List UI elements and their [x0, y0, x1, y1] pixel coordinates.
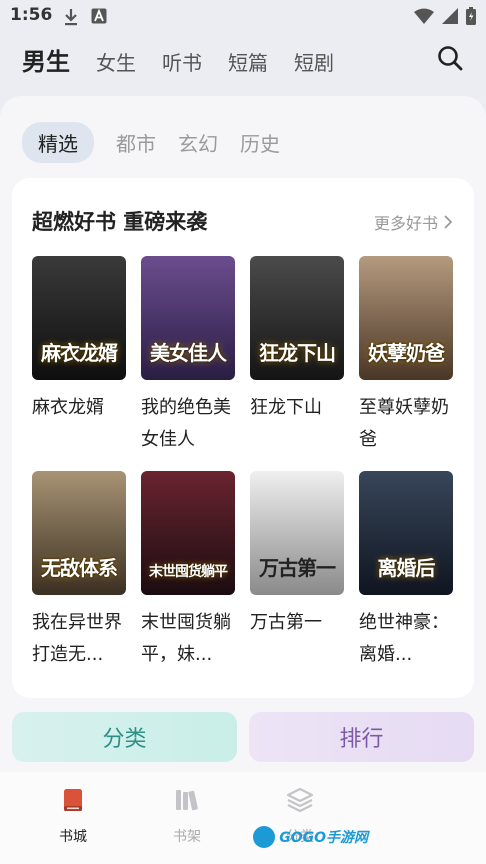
book-item[interactable]: 妖孽奶爸 至尊妖孽奶爸 — [359, 256, 453, 456]
tab-female[interactable]: 女生 — [96, 47, 136, 76]
book-cover[interactable]: 末世囤货躺平 — [141, 471, 235, 595]
cover-title: 离婚后 — [377, 556, 436, 580]
top-category-tabs: 男生 女生 听书 短篇 短剧 — [22, 42, 360, 77]
signal-icon — [442, 8, 458, 24]
book-cover[interactable]: 狂龙下山 — [250, 256, 344, 380]
book-cover[interactable]: 美女佳人 — [141, 256, 235, 380]
book-item[interactable]: 末世囤货躺平 末世囤货躺平，妹... — [141, 471, 235, 671]
book-title[interactable]: 狂龙下山 — [250, 392, 346, 424]
category-button-label: 分类 — [102, 727, 147, 752]
cover-title: 美女佳人 — [150, 341, 227, 365]
book-item[interactable]: 离婚后 绝世神豪：离婚... — [359, 471, 453, 671]
cover-title: 狂龙下山 — [259, 341, 336, 365]
subtab-urban[interactable]: 都市 — [116, 122, 156, 163]
nav-bookstore[interactable]: 书城 — [33, 786, 113, 846]
book-title[interactable]: 麻衣龙婿 — [32, 392, 128, 424]
bottom-nav: 书城 书架 分类 — [0, 772, 486, 864]
card-title: 超燃好书 重磅来袭 — [32, 210, 208, 234]
download-icon — [65, 9, 77, 26]
tab-audiobook[interactable]: 听书 — [162, 47, 202, 76]
cover-title: 万古第一 — [259, 556, 336, 580]
book-cover[interactable]: 万古第一 — [250, 471, 344, 595]
recommendation-card: 超燃好书 重磅来袭 更多好书 麻衣龙婿 麻衣龙婿 美女佳人 我的绝色美女佳人 狂… — [12, 178, 474, 698]
book-item[interactable]: 麻衣龙婿 麻衣龙婿 — [32, 256, 126, 424]
search-icon[interactable] — [436, 44, 464, 72]
status-bar: 1:56 — [0, 0, 486, 34]
layers-icon — [286, 787, 314, 813]
nav-label: 书架 — [173, 829, 201, 845]
tab-male[interactable]: 男生 — [22, 42, 70, 77]
book-title[interactable]: 万古第一 — [250, 607, 346, 639]
ranking-button[interactable]: 排行 — [249, 712, 474, 762]
subtab-featured[interactable]: 精选 — [22, 122, 94, 163]
book-title[interactable]: 末世囤货躺平，妹... — [141, 607, 237, 671]
subtab-history[interactable]: 历史 — [240, 122, 280, 163]
book-title[interactable]: 我的绝色美女佳人 — [141, 392, 237, 456]
cover-title: 妖孽奶爸 — [368, 341, 445, 365]
book-cover[interactable]: 妖孽奶爸 — [359, 256, 453, 380]
book-item[interactable]: 无敌体系 我在异世界打造无... — [32, 471, 126, 671]
watermark: GOGO手游网 — [253, 826, 368, 848]
more-books-link[interactable]: 更多好书 — [374, 210, 452, 234]
tab-short-drama[interactable]: 短剧 — [294, 47, 334, 76]
book-cover[interactable]: 离婚后 — [359, 471, 453, 595]
book-cover[interactable]: 麻衣龙婿 — [32, 256, 126, 380]
book-cover[interactable]: 无敌体系 — [32, 471, 126, 595]
subtab-fantasy[interactable]: 玄幻 — [178, 122, 218, 163]
cover-title: 无敌体系 — [41, 556, 118, 580]
battery-icon — [466, 7, 476, 25]
book-icon — [64, 789, 82, 811]
book-title[interactable]: 我在异世界打造无... — [32, 607, 128, 671]
ranking-button-label: 排行 — [339, 727, 384, 752]
book-item[interactable]: 美女佳人 我的绝色美女佳人 — [141, 256, 235, 456]
status-time: 1:56 — [10, 5, 53, 25]
wifi-icon — [414, 8, 434, 24]
bookshelf-icon — [176, 790, 198, 811]
watermark-logo-icon — [253, 826, 276, 848]
book-title[interactable]: 绝世神豪：离婚... — [359, 607, 455, 671]
sub-category-tabs: 精选 都市 玄幻 历史 — [22, 122, 302, 163]
tab-short-story[interactable]: 短篇 — [228, 47, 268, 76]
category-button[interactable]: 分类 — [12, 712, 237, 762]
cover-title: 末世囤货躺平 — [149, 564, 228, 580]
book-item[interactable]: 万古第一 万古第一 — [250, 471, 344, 639]
book-item[interactable]: 狂龙下山 狂龙下山 — [250, 256, 344, 424]
more-books-label: 更多好书 — [373, 214, 438, 233]
chevron-right-icon — [444, 215, 452, 229]
watermark-text: GOGO手游网 — [279, 830, 368, 846]
cover-title: 麻衣龙婿 — [41, 341, 118, 365]
book-title[interactable]: 至尊妖孽奶爸 — [359, 392, 455, 456]
nav-bookshelf[interactable]: 书架 — [147, 786, 227, 846]
nav-label: 书城 — [59, 829, 87, 845]
a-icon — [91, 8, 107, 24]
